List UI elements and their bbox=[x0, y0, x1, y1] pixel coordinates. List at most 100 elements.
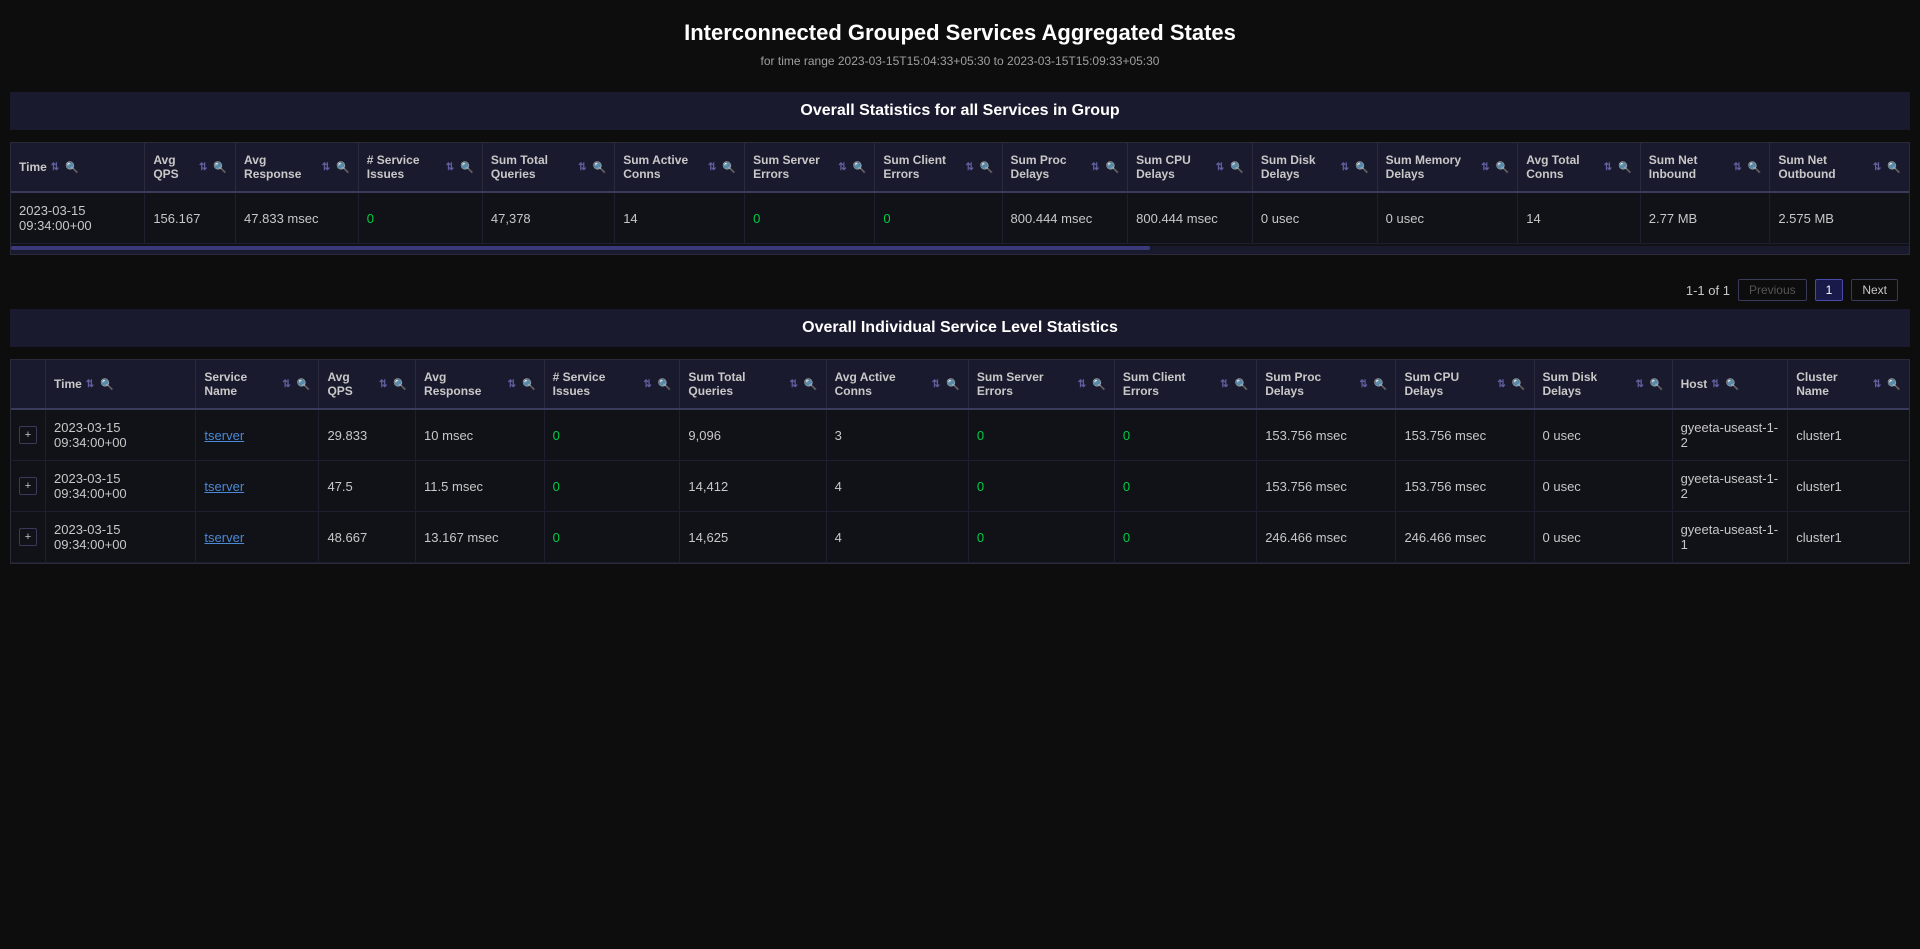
col2-disk-delays: Sum Disk Delays ⇅ 🔍 bbox=[1534, 360, 1672, 409]
search-icon[interactable]: 🔍 bbox=[593, 161, 607, 174]
sort-icon[interactable]: ⇅ bbox=[86, 379, 94, 390]
col2-cpu-delays: Sum CPU Delays ⇅ 🔍 bbox=[1396, 360, 1534, 409]
col2-active-conns: Avg Active Conns ⇅ 🔍 bbox=[826, 360, 968, 409]
col-total-conns: Avg Total Conns ⇅ 🔍 bbox=[1518, 143, 1641, 192]
col-cpu-delays: Sum CPU Delays ⇅ 🔍 bbox=[1128, 143, 1253, 192]
col2-time: Time ⇅ 🔍 bbox=[46, 360, 196, 409]
col-total-queries: Sum Total Queries ⇅ 🔍 bbox=[482, 143, 614, 192]
col2-avg-response: Avg Response ⇅ 🔍 bbox=[416, 360, 545, 409]
search-icon[interactable]: 🔍 bbox=[1374, 378, 1388, 391]
sort-icon[interactable]: ⇅ bbox=[1604, 162, 1612, 173]
sort-icon[interactable]: ⇅ bbox=[965, 162, 973, 173]
sort-icon[interactable]: ⇅ bbox=[51, 162, 59, 173]
search-icon[interactable]: 🔍 bbox=[1887, 161, 1901, 174]
section1-table-wrapper: Time ⇅ 🔍 Avg QPS ⇅ 🔍 bbox=[10, 142, 1910, 255]
sort-icon[interactable]: ⇅ bbox=[643, 379, 651, 390]
search-icon[interactable]: 🔍 bbox=[460, 161, 474, 174]
search-icon[interactable]: 🔍 bbox=[722, 161, 736, 174]
search-icon[interactable]: 🔍 bbox=[1355, 161, 1369, 174]
search-icon[interactable]: 🔍 bbox=[1748, 161, 1762, 174]
col-memory-delays: Sum Memory Delays ⇅ 🔍 bbox=[1377, 143, 1518, 192]
sort-icon[interactable]: ⇅ bbox=[1873, 379, 1881, 390]
col-active-conns: Sum Active Conns ⇅ 🔍 bbox=[615, 143, 745, 192]
sort-icon[interactable]: ⇅ bbox=[379, 379, 387, 390]
sort-icon[interactable]: ⇅ bbox=[1359, 379, 1367, 390]
sort-icon[interactable]: ⇅ bbox=[838, 162, 846, 173]
sort-icon[interactable]: ⇅ bbox=[282, 379, 290, 390]
search-icon[interactable]: 🔍 bbox=[658, 378, 672, 391]
scrollbar[interactable] bbox=[11, 246, 1909, 254]
sort-icon[interactable]: ⇅ bbox=[1497, 379, 1505, 390]
sort-icon[interactable]: ⇅ bbox=[1635, 379, 1643, 390]
search-icon[interactable]: 🔍 bbox=[1105, 161, 1119, 174]
col-net-outbound: Sum Net Outbound ⇅ 🔍 bbox=[1770, 143, 1909, 192]
search-icon[interactable]: 🔍 bbox=[1092, 378, 1106, 391]
search-icon[interactable]: 🔍 bbox=[1618, 161, 1632, 174]
sort-icon[interactable]: ⇅ bbox=[1216, 162, 1224, 173]
expand-button[interactable]: + bbox=[19, 528, 37, 546]
col-disk-delays: Sum Disk Delays ⇅ 🔍 bbox=[1252, 143, 1377, 192]
col2-client-errors: Sum Client Errors ⇅ 🔍 bbox=[1114, 360, 1256, 409]
sort-icon[interactable]: ⇅ bbox=[508, 379, 516, 390]
search-icon[interactable]: 🔍 bbox=[1512, 378, 1526, 391]
search-icon[interactable]: 🔍 bbox=[297, 378, 311, 391]
section1-title: Overall Statistics for all Services in G… bbox=[10, 92, 1910, 130]
search-icon[interactable]: 🔍 bbox=[213, 161, 227, 174]
col2-server-errors: Sum Server Errors ⇅ 🔍 bbox=[968, 360, 1114, 409]
col2-cluster-name: Cluster Name ⇅ 🔍 bbox=[1788, 360, 1909, 409]
sort-icon[interactable]: ⇅ bbox=[1078, 379, 1086, 390]
search-icon[interactable]: 🔍 bbox=[1496, 161, 1510, 174]
prev-button[interactable]: Previous bbox=[1738, 279, 1807, 301]
sort-icon[interactable]: ⇅ bbox=[1733, 162, 1741, 173]
sort-icon[interactable]: ⇅ bbox=[1481, 162, 1489, 173]
col2-proc-delays: Sum Proc Delays ⇅ 🔍 bbox=[1257, 360, 1396, 409]
search-icon[interactable]: 🔍 bbox=[980, 161, 994, 174]
col2-host: Host ⇅ 🔍 bbox=[1672, 360, 1788, 409]
search-icon[interactable]: 🔍 bbox=[65, 161, 79, 174]
sort-icon[interactable]: ⇅ bbox=[932, 379, 940, 390]
sort-icon[interactable]: ⇅ bbox=[446, 162, 454, 173]
page-container: Interconnected Grouped Services Aggregat… bbox=[0, 0, 1920, 600]
table-row: 2023-03-15 09:34:00+00156.16747.833 msec… bbox=[11, 192, 1909, 244]
search-icon[interactable]: 🔍 bbox=[1235, 378, 1249, 391]
next-button[interactable]: Next bbox=[1851, 279, 1898, 301]
search-icon[interactable]: 🔍 bbox=[522, 378, 536, 391]
sort-icon[interactable]: ⇅ bbox=[322, 162, 330, 173]
col-service-issues: # Service Issues ⇅ 🔍 bbox=[358, 143, 482, 192]
page-1-button[interactable]: 1 bbox=[1815, 279, 1844, 301]
search-icon[interactable]: 🔍 bbox=[804, 378, 818, 391]
col-time: Time ⇅ 🔍 bbox=[11, 143, 145, 192]
col2-total-queries: Sum Total Queries ⇅ 🔍 bbox=[680, 360, 826, 409]
search-icon[interactable]: 🔍 bbox=[336, 161, 350, 174]
search-icon[interactable]: 🔍 bbox=[1230, 161, 1244, 174]
col-net-inbound: Sum Net Inbound ⇅ 🔍 bbox=[1640, 143, 1770, 192]
pagination-bar: 1-1 of 1 Previous 1 Next bbox=[10, 271, 1910, 309]
sort-icon[interactable]: ⇅ bbox=[578, 162, 586, 173]
sort-icon[interactable]: ⇅ bbox=[199, 162, 207, 173]
expand-button[interactable]: + bbox=[19, 477, 37, 495]
pagination-info: 1-1 of 1 bbox=[1686, 283, 1730, 298]
search-icon[interactable]: 🔍 bbox=[946, 378, 960, 391]
col2-service-name: Service Name ⇅ 🔍 bbox=[196, 360, 319, 409]
search-icon[interactable]: 🔍 bbox=[853, 161, 867, 174]
sort-icon[interactable]: ⇅ bbox=[1711, 379, 1719, 390]
search-icon[interactable]: 🔍 bbox=[1887, 378, 1901, 391]
search-icon[interactable]: 🔍 bbox=[1650, 378, 1664, 391]
sort-icon[interactable]: ⇅ bbox=[789, 379, 797, 390]
sort-icon[interactable]: ⇅ bbox=[1873, 162, 1881, 173]
col-proc-delays: Sum Proc Delays ⇅ 🔍 bbox=[1002, 143, 1128, 192]
search-icon[interactable]: 🔍 bbox=[393, 378, 407, 391]
expand-button[interactable]: + bbox=[19, 426, 37, 444]
sort-icon[interactable]: ⇅ bbox=[1341, 162, 1349, 173]
sort-icon[interactable]: ⇅ bbox=[1091, 162, 1099, 173]
sort-icon[interactable]: ⇅ bbox=[708, 162, 716, 173]
search-icon[interactable]: 🔍 bbox=[100, 378, 114, 391]
table-row: +2023-03-15 09:34:00+00tserver48.66713.1… bbox=[11, 512, 1909, 563]
col-server-errors: Sum Server Errors ⇅ 🔍 bbox=[745, 143, 875, 192]
section2-title: Overall Individual Service Level Statist… bbox=[10, 309, 1910, 347]
section2-table: Time ⇅ 🔍 Service Name ⇅ 🔍 bbox=[11, 360, 1909, 563]
search-icon[interactable]: 🔍 bbox=[1726, 378, 1740, 391]
sort-icon[interactable]: ⇅ bbox=[1220, 379, 1228, 390]
col2-expand bbox=[11, 360, 46, 409]
table-row: +2023-03-15 09:34:00+00tserver47.511.5 m… bbox=[11, 461, 1909, 512]
